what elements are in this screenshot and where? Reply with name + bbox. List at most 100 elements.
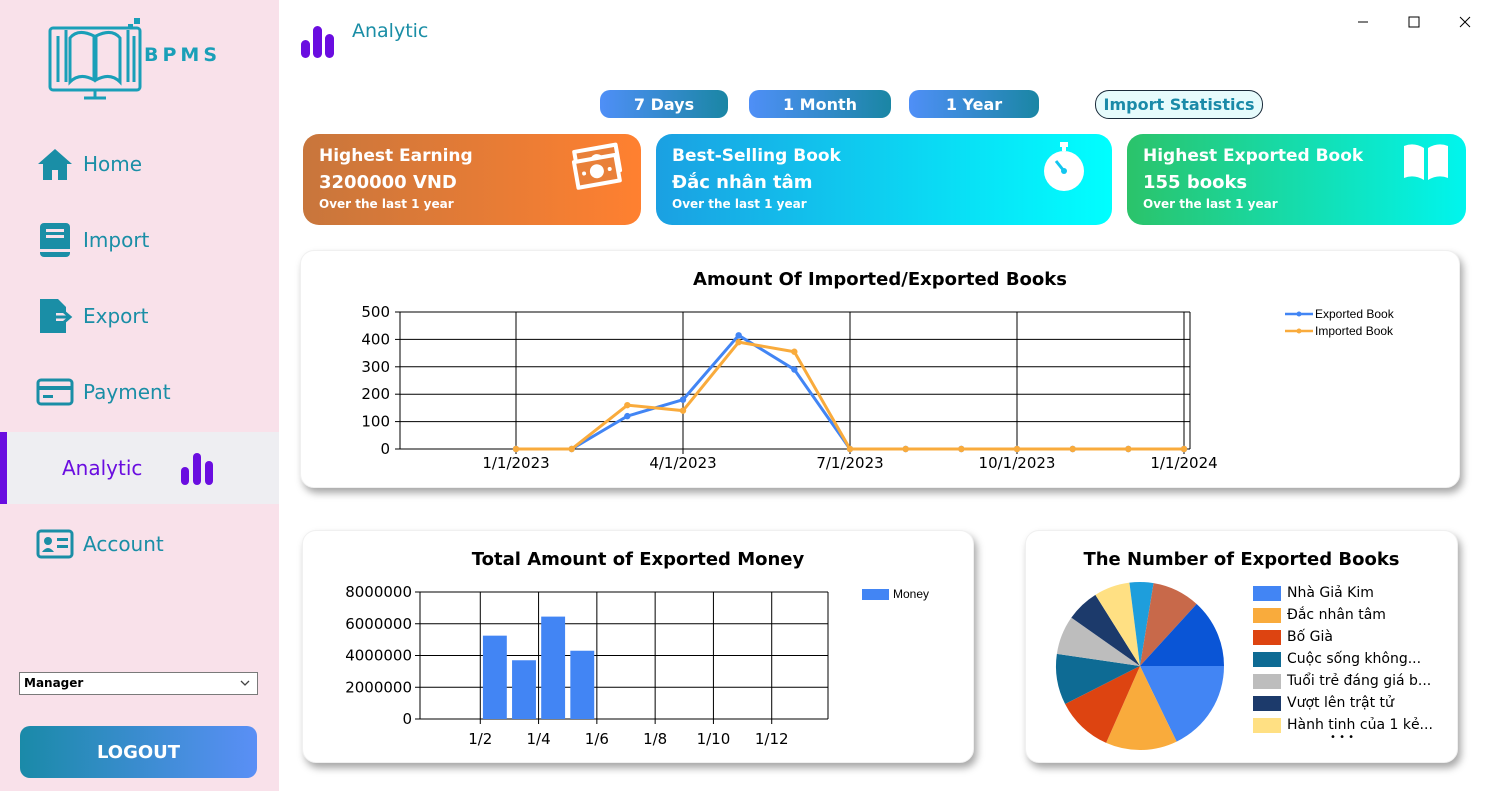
sidebar-item-label: Home xyxy=(83,152,143,176)
import-statistics-button[interactable]: Import Statistics xyxy=(1095,90,1263,119)
chevron-down-icon xyxy=(240,680,250,686)
x-tick-label: 1/1/2023 xyxy=(482,454,549,472)
bar-chart: 0 2000000 4000000 6000000 8000000 1/2 1/4 1/6 1/… xyxy=(345,583,829,748)
maximize-icon[interactable] xyxy=(1404,12,1424,32)
x-tick-label: 1/2 xyxy=(468,730,492,748)
data-point xyxy=(958,445,965,453)
y-tick-label: 8000000 xyxy=(345,583,412,601)
pie-legend-item: Bố Già xyxy=(1253,629,1333,645)
y-tick-label: 0 xyxy=(380,440,390,458)
data-point xyxy=(679,396,687,403)
data-point xyxy=(568,445,575,453)
logo-text: BPMS xyxy=(144,44,221,66)
sidebar-item-analytic[interactable]: Analytic xyxy=(0,432,279,504)
bar xyxy=(570,650,595,719)
legend-exported: Exported Book xyxy=(1285,307,1394,321)
legend-swatch xyxy=(1285,328,1313,334)
data-point xyxy=(846,445,854,453)
pie-legend-item: Tuổi trẻ đáng giá b... xyxy=(1253,673,1431,689)
pie-legend-item: Hành tinh của 1 kẻ... xyxy=(1253,717,1433,733)
bar xyxy=(482,635,507,719)
data-point xyxy=(791,348,798,355)
filter-1-month-button[interactable]: 1 Month xyxy=(749,90,891,118)
card-subtitle: Over the last 1 year xyxy=(672,197,807,211)
data-point xyxy=(735,338,742,346)
data-point xyxy=(1069,445,1076,453)
sidebar-item-payment[interactable]: Payment xyxy=(0,356,279,428)
export-file-icon xyxy=(40,299,73,333)
x-tick-label: 4/1/2023 xyxy=(649,454,716,472)
legend-label: Bố Già xyxy=(1287,629,1333,645)
legend-more-indicator[interactable]: • • • xyxy=(1330,732,1354,743)
sidebar-item-export[interactable]: Export xyxy=(0,280,279,352)
legend-label: Money xyxy=(893,587,930,601)
card-title: Best-Selling Book xyxy=(672,146,841,166)
analytic-window: BPMS Home Import Export Payment Analytic… xyxy=(0,0,1489,791)
data-point xyxy=(624,412,631,420)
card-value: Đắc nhân tâm xyxy=(672,172,813,193)
data-point xyxy=(1180,445,1188,453)
data-point xyxy=(512,445,520,453)
pie-legend-item: Cuộc sống không... xyxy=(1253,651,1421,667)
legend-imported: Imported Book xyxy=(1285,324,1393,338)
legend-swatch xyxy=(1253,629,1281,645)
bar xyxy=(541,616,566,719)
logout-button[interactable]: LOGOUT xyxy=(20,726,257,778)
book-logo-icon xyxy=(48,18,142,100)
card-subtitle: Over the last 1 year xyxy=(1143,197,1278,211)
page-title: Analytic xyxy=(352,20,429,42)
data-point xyxy=(735,332,742,339)
chart-title: The Number of Exported Books xyxy=(1083,549,1400,570)
legend-swatch xyxy=(1253,695,1281,711)
sidebar-item-label: Analytic xyxy=(62,456,143,480)
chart-title: Amount Of Imported/Exported Books xyxy=(693,269,1067,290)
filter-7-days-button[interactable]: 7 Days xyxy=(600,90,728,118)
x-tick-label: 1/6 xyxy=(585,730,609,748)
legend-label: Đắc nhân tâm xyxy=(1287,607,1386,623)
y-tick-label: 300 xyxy=(361,358,390,376)
data-point xyxy=(791,366,798,373)
y-tick-label: 500 xyxy=(361,303,390,321)
legend-label: Cuộc sống không... xyxy=(1287,651,1422,667)
x-tick-label: 1/10 xyxy=(697,730,731,748)
best-selling-book-card: Best-Selling Book Đắc nhân tâm Over the … xyxy=(656,134,1112,225)
legend-swatch xyxy=(1253,717,1281,733)
legend-money: Money xyxy=(862,587,929,601)
y-tick-label: 6000000 xyxy=(345,615,412,633)
bar-chart-icon xyxy=(301,26,334,58)
data-point xyxy=(1013,445,1021,453)
home-icon xyxy=(38,149,72,180)
money-icon xyxy=(571,142,623,190)
y-tick-label: 2000000 xyxy=(345,678,412,696)
sidebar-item-label: Account xyxy=(83,532,164,556)
legend-label: Imported Book xyxy=(1315,324,1394,338)
legend-swatch xyxy=(1253,673,1281,689)
chart-title: Total Amount of Exported Money xyxy=(471,549,805,570)
sidebar-item-home[interactable]: Home xyxy=(0,128,279,200)
sidebar-item-import[interactable]: Import xyxy=(0,204,279,276)
stopwatch-icon xyxy=(1044,142,1084,191)
sidebar-item-label: Import xyxy=(83,228,150,252)
card-subtitle: Over the last 1 year xyxy=(319,197,454,211)
legend-label: Tuổi trẻ đáng giá b... xyxy=(1287,673,1432,689)
active-indicator xyxy=(0,432,7,504)
data-point xyxy=(902,445,909,453)
role-select[interactable]: Manager xyxy=(19,672,258,695)
close-icon[interactable] xyxy=(1455,12,1475,32)
legend-swatch xyxy=(862,588,889,600)
sidebar-item-label: Export xyxy=(83,304,149,328)
bar xyxy=(512,660,536,719)
legend-label: Exported Book xyxy=(1315,307,1394,321)
y-tick-label: 100 xyxy=(361,413,390,431)
y-tick-label: 200 xyxy=(361,385,390,403)
line-chart: 0 100 200 300 400 500 1/1/2023 4/1/2023 7/1/2023… xyxy=(361,303,1217,472)
data-point xyxy=(679,407,687,414)
filter-1-year-button[interactable]: 1 Year xyxy=(909,90,1039,118)
y-tick-label: 4000000 xyxy=(345,647,412,665)
pie-chart xyxy=(1056,582,1224,750)
minimize-icon[interactable] xyxy=(1353,12,1373,32)
y-tick-label: 400 xyxy=(361,330,390,348)
x-tick-label: 1/8 xyxy=(643,730,667,748)
sidebar-item-account[interactable]: Account xyxy=(0,508,279,580)
x-tick-label: 1/4 xyxy=(527,730,551,748)
